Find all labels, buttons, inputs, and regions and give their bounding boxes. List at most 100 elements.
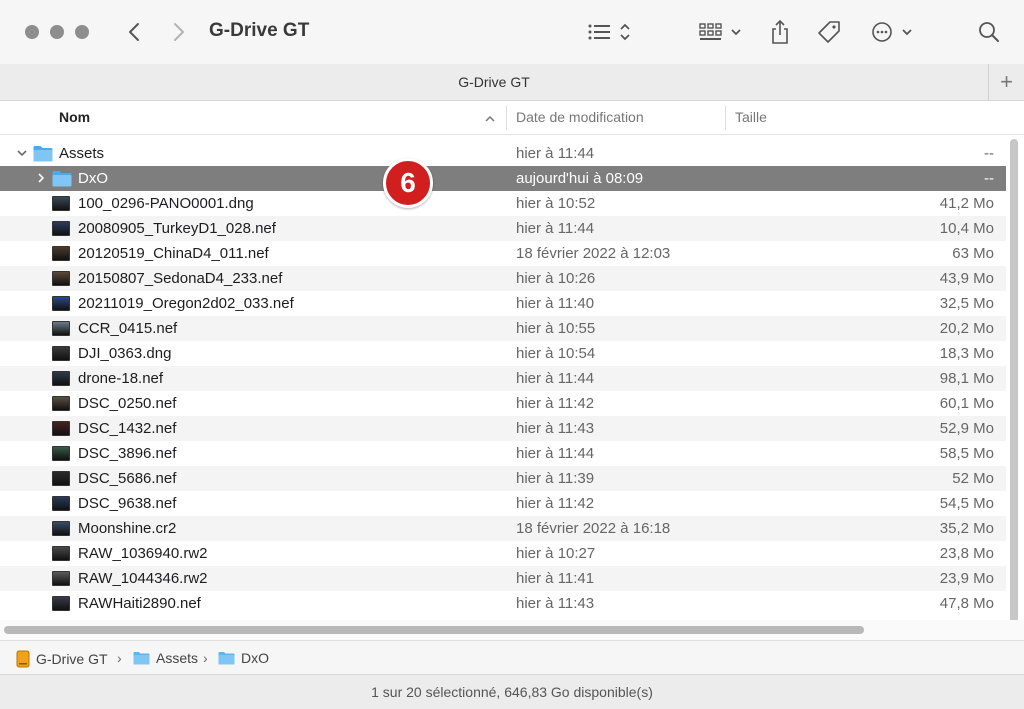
file-size: 43,9 Mo	[939, 270, 994, 287]
folder-icon	[33, 145, 53, 166]
file-size: 54,5 Mo	[939, 495, 994, 512]
image-file-icon	[52, 371, 70, 386]
file-size: 20,2 Mo	[939, 320, 994, 337]
file-name: DSC_3896.nef	[78, 445, 177, 462]
file-date: hier à 11:41	[516, 570, 595, 587]
file-row[interactable]: RAW_1036940.rw2 hier à 10:27 23,8 Mo	[0, 541, 1006, 566]
path-item-g-drive-gt[interactable]: G-Drive GT	[16, 650, 108, 668]
file-row[interactable]: 20120519_ChinaD4_011.nef 18 février 2022 …	[0, 241, 1006, 266]
file-size: 63 Mo	[952, 245, 994, 262]
image-file-icon	[52, 446, 70, 461]
file-row[interactable]: CCR_0415.nef hier à 10:55 20,2 Mo	[0, 316, 1006, 341]
file-name: 20150807_SedonaD4_233.nef	[78, 270, 283, 287]
disclosure-collapsed-icon[interactable]	[35, 172, 47, 184]
toolbar: G-Drive GT	[0, 0, 1024, 64]
file-row[interactable]: DSC_0250.nef hier à 11:42 60,1 Mo	[0, 391, 1006, 416]
file-name: RAW_1044346.rw2	[78, 570, 208, 587]
path-item-assets[interactable]: Assets	[133, 650, 198, 666]
file-date: hier à 11:44	[516, 445, 595, 462]
file-date: aujourd'hui à 08:09	[516, 170, 644, 187]
path-item-label: Assets	[156, 650, 199, 666]
file-row[interactable]: 100_0296-PANO0001.dng hier à 10:52 41,2 Mo	[0, 191, 1006, 216]
file-name: DxO	[78, 170, 108, 187]
column-date-header[interactable]: Date de modification	[516, 109, 644, 125]
tab-g-drive-gt[interactable]: G-Drive GT	[0, 74, 988, 90]
path-item-label: G-Drive GT	[36, 651, 108, 667]
sort-ascending-icon[interactable]	[484, 111, 496, 127]
file-row[interactable]: Moonshine.cr2 18 février 2022 à 16:18 35,2…	[0, 516, 1006, 541]
list-view-icon[interactable]	[586, 20, 634, 44]
vertical-scrollbar[interactable]	[1010, 139, 1018, 623]
file-size: 52 Mo	[952, 470, 994, 487]
image-file-icon	[52, 246, 70, 261]
image-file-icon	[52, 346, 70, 361]
finder-window: G-Drive GT G-Drive GT + Nom Date de modi…	[0, 0, 1024, 709]
new-tab-button[interactable]: +	[988, 64, 1024, 100]
column-divider[interactable]	[725, 106, 726, 130]
file-date: hier à 10:52	[516, 195, 596, 212]
column-name-header[interactable]: Nom	[59, 109, 90, 125]
more-icon[interactable]	[870, 20, 916, 44]
file-row[interactable]: DSC_3896.nef hier à 11:44 58,5 Mo	[0, 441, 1006, 466]
file-row[interactable]: drone-18.nef hier à 11:44 98,1 Mo	[0, 366, 1006, 391]
image-file-icon	[52, 396, 70, 411]
close-window-button[interactable]	[25, 25, 39, 39]
file-date: 18 février 2022 à 16:18	[516, 520, 671, 537]
file-name: DSC_9638.nef	[78, 495, 177, 512]
file-size: 18,3 Mo	[939, 345, 994, 362]
file-size: 98,1 Mo	[939, 370, 994, 387]
window-title: G-Drive GT	[209, 20, 310, 41]
file-date: hier à 10:26	[516, 270, 596, 287]
folder-icon	[218, 652, 235, 665]
horizontal-scrollbar[interactable]	[4, 626, 864, 634]
folder-row[interactable]: Assets hier à 11:44 --	[0, 141, 1006, 166]
external-drive-icon	[16, 650, 30, 668]
file-row[interactable]: DSC_1432.nef hier à 11:43 52,9 Mo	[0, 416, 1006, 441]
file-date: hier à 11:39	[516, 470, 595, 487]
minimize-window-button[interactable]	[50, 25, 64, 39]
file-row[interactable]: DSC_5686.nef hier à 11:39 52 Mo	[0, 466, 1006, 491]
file-row[interactable]: DSC_9638.nef hier à 11:42 54,5 Mo	[0, 491, 1006, 516]
file-size: 32,5 Mo	[939, 295, 994, 312]
file-size: --	[984, 170, 994, 187]
file-row[interactable]: 20080905_TurkeyD1_028.nef hier à 11:44 10,…	[0, 216, 1006, 241]
grid-view-icon[interactable]	[697, 20, 745, 44]
file-row[interactable]: RAW_1044346.rw2 hier à 11:41 23,9 Mo	[0, 566, 1006, 591]
image-file-icon	[52, 571, 70, 586]
column-size-header[interactable]: Taille	[735, 109, 767, 125]
file-date: hier à 11:43	[516, 595, 595, 612]
file-date: 18 février 2022 à 12:03	[516, 245, 671, 262]
share-icon[interactable]	[768, 18, 792, 46]
image-file-icon	[52, 471, 70, 486]
tag-icon[interactable]	[816, 20, 842, 44]
file-row[interactable]: DJI_0363.dng hier à 10:54 18,3 Mo	[0, 341, 1006, 366]
search-icon[interactable]	[977, 20, 1001, 44]
file-name: Assets	[59, 145, 105, 162]
file-name: RAW_1036940.rw2	[78, 545, 208, 562]
file-size: 10,4 Mo	[939, 220, 994, 237]
file-date: hier à 11:40	[516, 295, 595, 312]
file-row[interactable]: RAWHaiti2890.nef hier à 11:43 47,8 Mo	[0, 591, 1006, 616]
image-file-icon	[52, 546, 70, 561]
path-item-dxo[interactable]: DxO	[218, 650, 269, 666]
callout-number-badge: 6	[383, 158, 433, 208]
path-separator: ›	[203, 650, 208, 666]
zoom-window-button[interactable]	[75, 25, 89, 39]
image-file-icon	[52, 196, 70, 211]
file-date: hier à 10:54	[516, 345, 596, 362]
file-size: 60,1 Mo	[939, 395, 994, 412]
file-name: 20120519_ChinaD4_011.nef	[78, 245, 269, 262]
file-size: 41,2 Mo	[939, 195, 994, 212]
file-name: 20211019_Oregon2d02_033.nef	[78, 295, 294, 312]
file-row[interactable]: 20150807_SedonaD4_233.nef hier à 10:26 43,…	[0, 266, 1006, 291]
back-icon[interactable]	[124, 20, 144, 44]
forward-icon[interactable]	[169, 20, 189, 44]
file-row[interactable]: 20211019_Oregon2d02_033.nef hier à 11:40 3…	[0, 291, 1006, 316]
disclosure-expanded-icon[interactable]	[16, 147, 28, 159]
path-item-label: DxO	[241, 650, 269, 666]
file-name: DJI_0363.dng	[78, 345, 172, 362]
column-divider[interactable]	[506, 106, 507, 130]
file-name: DSC_5686.nef	[78, 470, 177, 487]
file-date: hier à 11:42	[516, 495, 595, 512]
folder-row[interactable]: DxO aujourd'hui à 08:09 --	[0, 166, 1006, 191]
